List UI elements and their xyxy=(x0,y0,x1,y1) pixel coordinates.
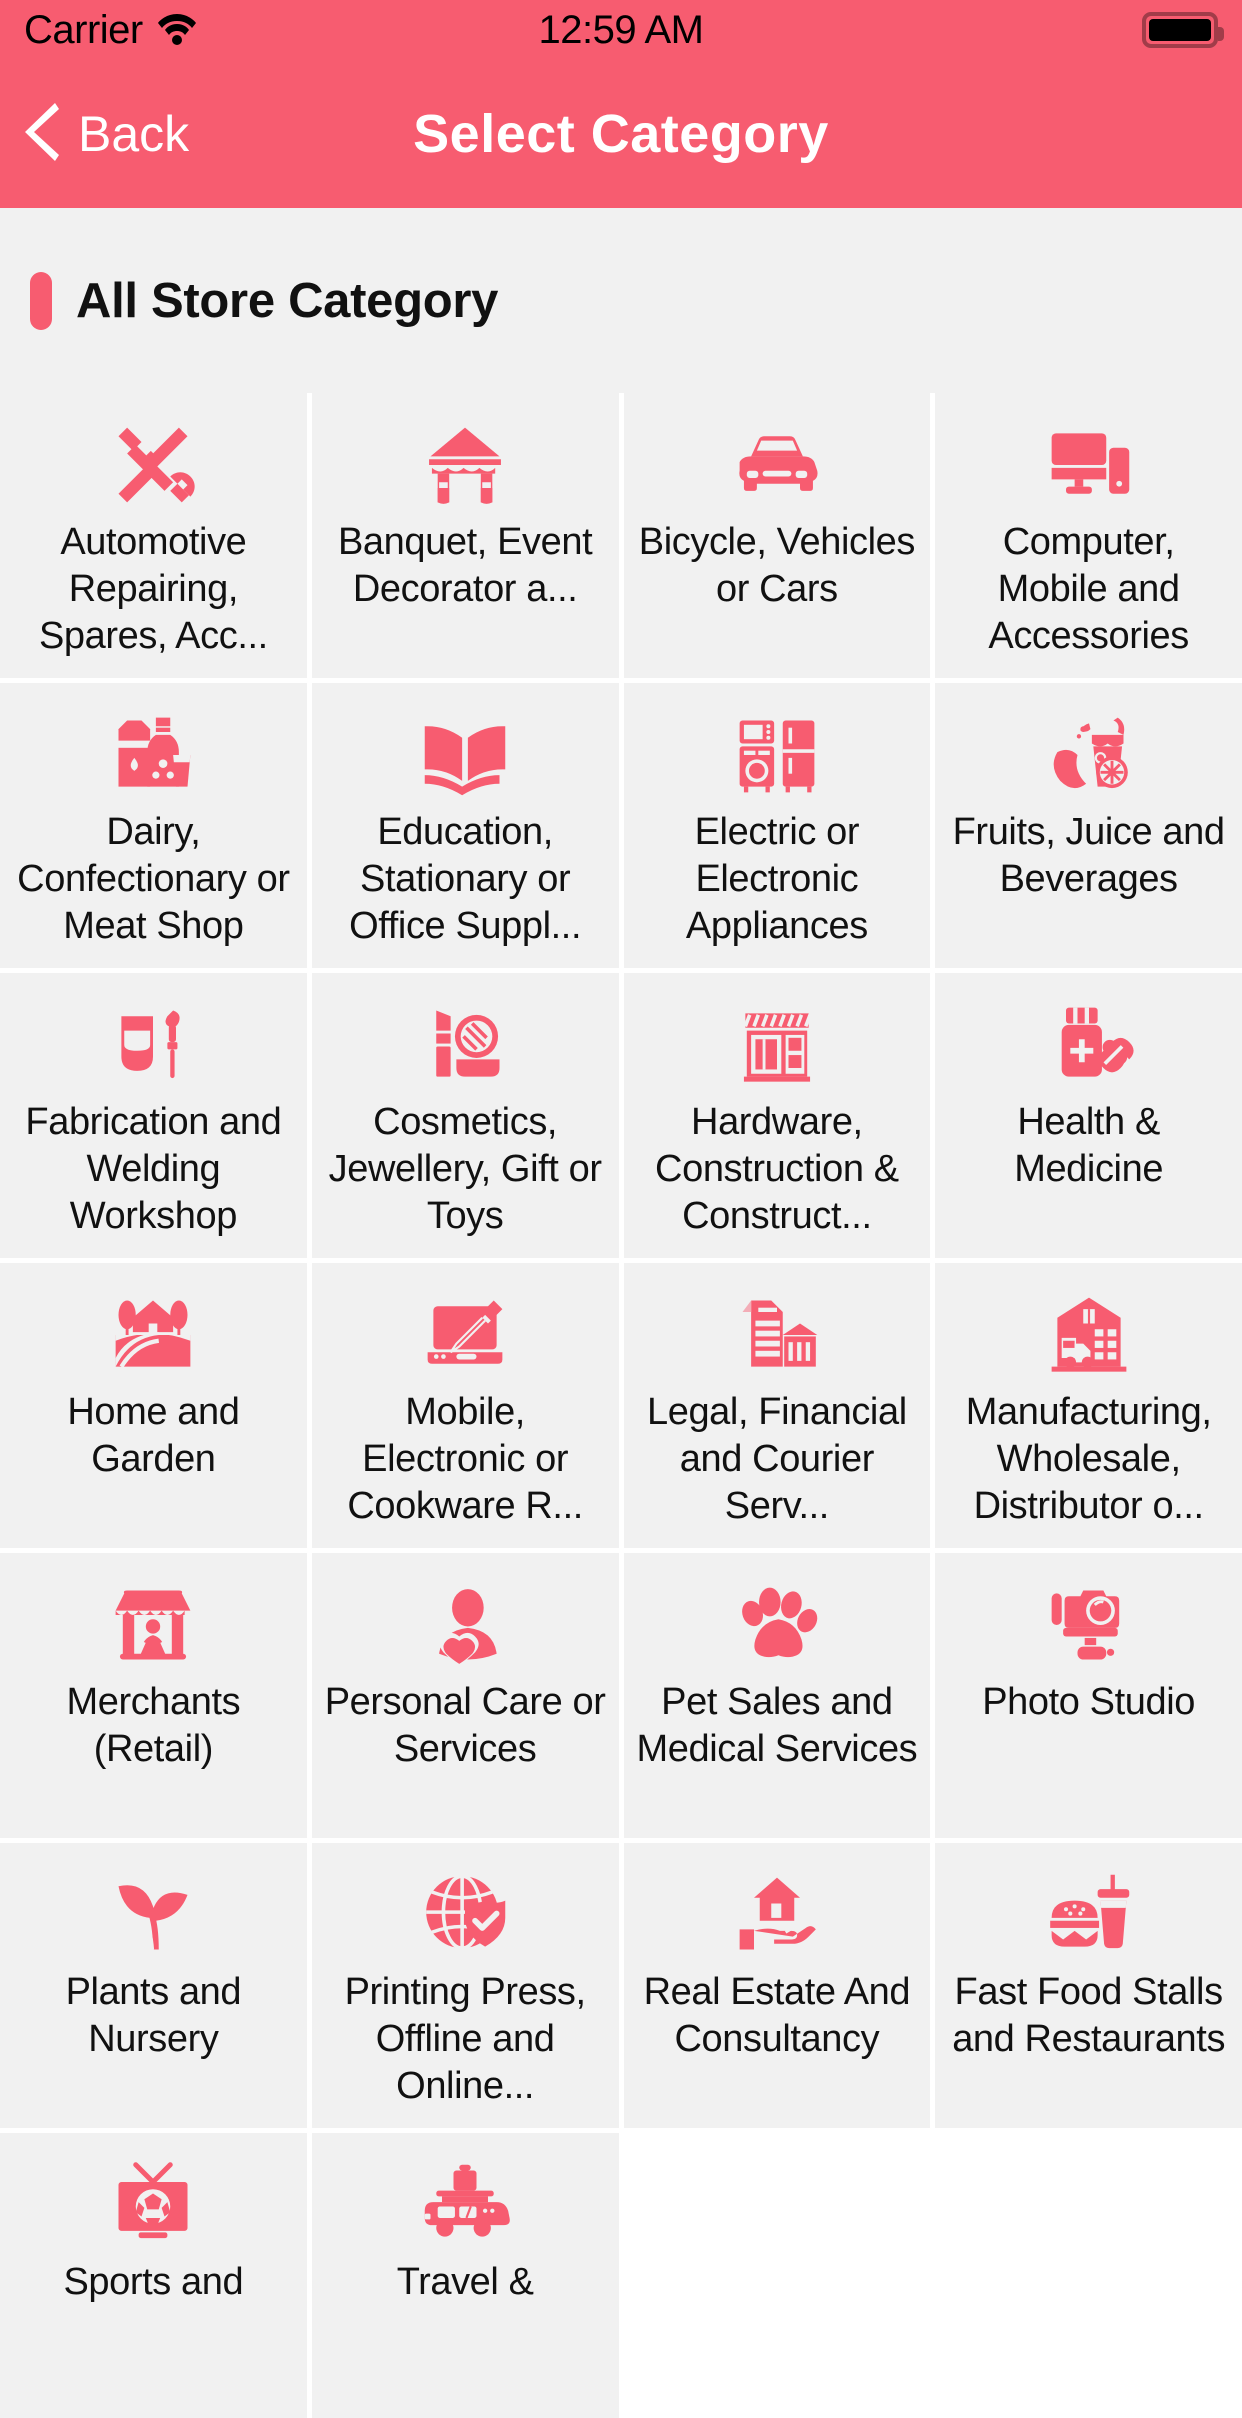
section-title: All Store Category xyxy=(76,273,499,328)
category-cell[interactable]: Travel & xyxy=(311,2133,619,2418)
category-cell[interactable]: Cosmetics, Jewellery, Gift or Toys xyxy=(311,973,619,1258)
car-icon xyxy=(727,419,827,511)
category-label: Hardware, Construction & Construct... xyxy=(655,1101,899,1237)
tent-canopy-icon xyxy=(415,419,515,511)
category-cell[interactable]: Education, Stationary or Office Suppl... xyxy=(311,683,619,968)
category-label: Legal, Financial and Courier Serv... xyxy=(646,1391,907,1527)
tools-hammer-wrench-icon xyxy=(103,419,203,511)
back-button[interactable]: Back xyxy=(0,99,189,170)
juice-glass-fruit-icon xyxy=(1039,709,1139,801)
section-header: All Store Category xyxy=(0,208,1242,393)
chevron-left-icon xyxy=(22,99,62,170)
person-heart-icon xyxy=(415,1579,515,1671)
category-cell[interactable]: Manufacturing, Wholesale, Distributor o.… xyxy=(935,1263,1242,1548)
category-label: Plants and Nursery xyxy=(65,1971,242,2060)
category-label: Cosmetics, Jewellery, Gift or Toys xyxy=(328,1101,602,1237)
category-label: Education, Stationary or Office Suppl... xyxy=(349,811,582,947)
category-cell[interactable]: Bicycle, Vehicles or Cars xyxy=(623,393,931,678)
category-label: Travel & xyxy=(396,2261,534,2303)
section-accent-bar xyxy=(30,271,52,330)
desktop-monitor-icon xyxy=(1039,419,1139,511)
category-label: Dairy, Confectionary or Meat Shop xyxy=(17,811,290,947)
category-label: Electric or Electronic Appliances xyxy=(685,811,868,947)
category-label: Home and Garden xyxy=(67,1391,240,1480)
back-button-label: Back xyxy=(78,106,190,162)
category-cell[interactable]: Photo Studio xyxy=(935,1553,1242,1838)
shop-vendor-icon xyxy=(103,1579,203,1671)
sprout-plant-icon xyxy=(103,1869,203,1961)
category-cell[interactable]: Mobile, Electronic or Cookware R... xyxy=(311,1263,619,1548)
category-label: Printing Press, Offline and Online... xyxy=(344,1971,586,2107)
category-cell[interactable]: Plants and Nursery xyxy=(0,1843,307,2128)
burger-drink-icon xyxy=(1039,1869,1139,1961)
medicine-bottle-pill-icon xyxy=(1039,999,1139,1091)
house-in-hand-icon xyxy=(727,1869,827,1961)
storefront-awning-icon xyxy=(727,999,827,1091)
category-label: Fast Food Stalls and Restaurants xyxy=(952,1971,1226,2060)
category-label: Computer, Mobile and Accessories xyxy=(988,521,1189,657)
nav-bar: Back Select Category xyxy=(0,60,1242,208)
category-cell[interactable]: Pet Sales and Medical Services xyxy=(623,1553,931,1838)
category-label: Bicycle, Vehicles or Cars xyxy=(638,521,916,610)
battery-full-icon xyxy=(1142,12,1224,48)
status-bar: Carrier 12:59 AM xyxy=(0,0,1242,60)
category-cell[interactable]: Computer, Mobile and Accessories xyxy=(935,393,1242,678)
status-bar-right xyxy=(1142,12,1224,48)
category-label: Banquet, Event Decorator a... xyxy=(337,521,593,610)
welding-mask-torch-icon xyxy=(103,999,203,1091)
category-label: Real Estate And Consultancy xyxy=(643,1971,911,2060)
category-cell[interactable]: Banquet, Event Decorator a... xyxy=(311,393,619,678)
category-cell[interactable]: Automotive Repairing, Spares, Acc... xyxy=(0,393,307,678)
category-cell[interactable]: Merchants (Retail) xyxy=(0,1553,307,1838)
tv-football-icon xyxy=(103,2159,203,2251)
category-cell-empty xyxy=(623,2133,931,2418)
category-label: Personal Care or Services xyxy=(324,1681,606,1770)
laptop-screwdriver-repair-icon xyxy=(415,1289,515,1381)
category-cell[interactable]: Fruits, Juice and Beverages xyxy=(935,683,1242,968)
lipstick-makeup-icon xyxy=(415,999,515,1091)
category-cell[interactable]: Dairy, Confectionary or Meat Shop xyxy=(0,683,307,968)
category-cell[interactable]: Hardware, Construction & Construct... xyxy=(623,973,931,1258)
document-bank-building-icon xyxy=(727,1289,827,1381)
category-label: Automotive Repairing, Spares, Acc... xyxy=(38,521,268,657)
category-cell[interactable]: Real Estate And Consultancy xyxy=(623,1843,931,2128)
category-label: Fruits, Juice and Beverages xyxy=(952,811,1225,900)
paw-print-icon xyxy=(727,1579,827,1671)
category-cell[interactable]: Printing Press, Offline and Online... xyxy=(311,1843,619,2128)
category-label: Manufacturing, Wholesale, Distributor o.… xyxy=(965,1391,1212,1527)
category-label: Health & Medicine xyxy=(1014,1101,1164,1190)
category-cell[interactable]: Sports and xyxy=(0,2133,307,2418)
category-cell[interactable]: Electric or Electronic Appliances xyxy=(623,683,931,968)
milk-carton-bottle-icon xyxy=(103,709,203,801)
category-label: Photo Studio xyxy=(982,1681,1196,1723)
carrier-label: Carrier xyxy=(24,7,143,52)
category-label: Fabrication and Welding Workshop xyxy=(25,1101,282,1237)
category-cell[interactable]: Health & Medicine xyxy=(935,973,1242,1258)
category-label: Sports and xyxy=(63,2261,244,2303)
category-cell[interactable]: Personal Care or Services xyxy=(311,1553,619,1838)
category-cell[interactable]: Home and Garden xyxy=(0,1263,307,1548)
category-label: Merchants (Retail) xyxy=(66,1681,241,1770)
open-book-icon xyxy=(415,709,515,801)
globe-shield-icon xyxy=(415,1869,515,1961)
camera-studio-icon xyxy=(1039,1579,1139,1671)
house-garden-landscape-icon xyxy=(103,1289,203,1381)
status-bar-left: Carrier xyxy=(24,8,197,53)
warehouse-truck-icon xyxy=(1039,1289,1139,1381)
home-appliances-icon xyxy=(727,709,827,801)
category-cell[interactable]: Fast Food Stalls and Restaurants xyxy=(935,1843,1242,2128)
safari-jeep-luggage-icon xyxy=(415,2159,515,2251)
category-label: Pet Sales and Medical Services xyxy=(636,1681,918,1770)
category-cell[interactable]: Fabrication and Welding Workshop xyxy=(0,973,307,1258)
category-grid: Automotive Repairing, Spares, Acc... Ban… xyxy=(0,393,1242,2418)
category-cell-empty xyxy=(935,2133,1242,2418)
category-label: Mobile, Electronic or Cookware R... xyxy=(347,1391,583,1527)
wifi-icon xyxy=(157,10,197,51)
category-cell[interactable]: Legal, Financial and Courier Serv... xyxy=(623,1263,931,1548)
